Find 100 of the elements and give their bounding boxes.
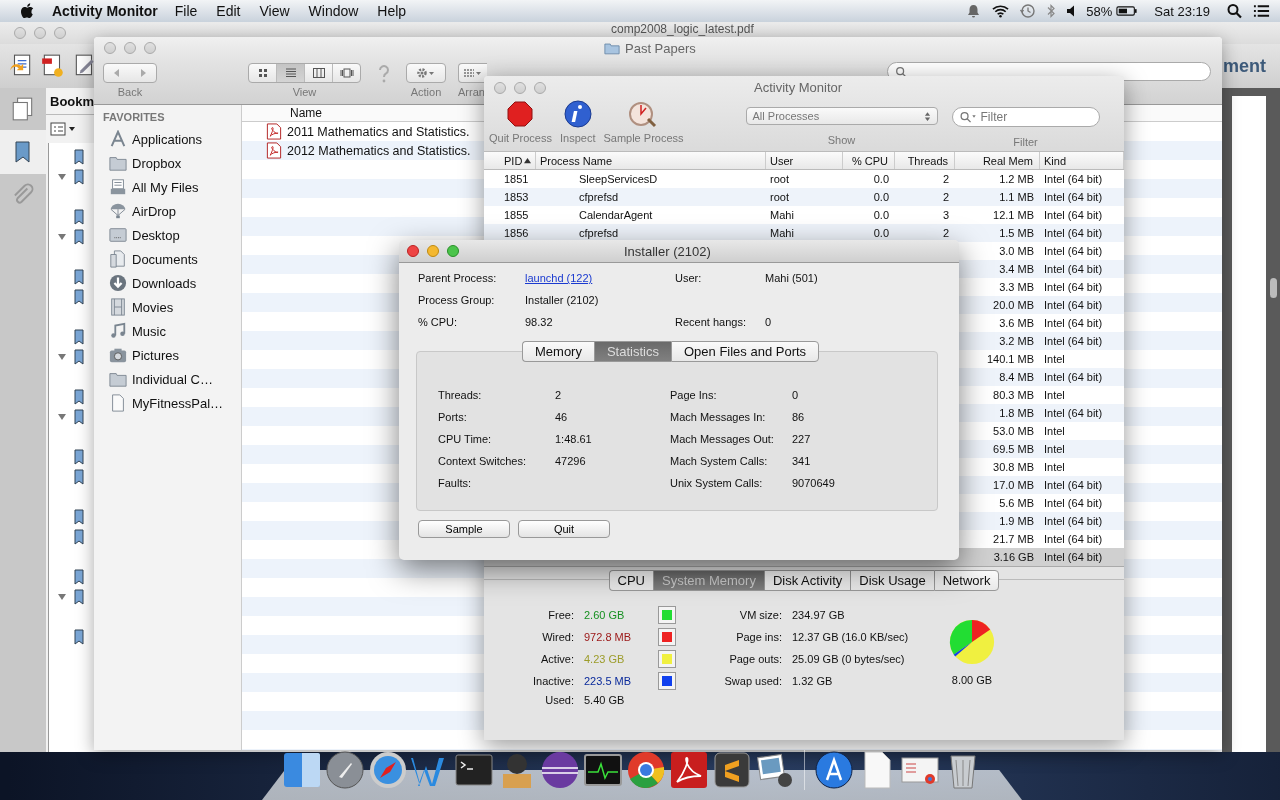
sidebar-item[interactable]: Dropbox (103, 151, 241, 175)
dark-tile-icon[interactable] (712, 750, 752, 790)
bookmark-icon[interactable] (73, 209, 85, 225)
tab[interactable]: Memory (522, 341, 594, 362)
sidebar-item[interactable]: Movies (103, 295, 241, 319)
sidebar-item[interactable]: Downloads (103, 271, 241, 295)
bookmark-icon[interactable] (73, 329, 85, 345)
process-row[interactable]: 1855 CalendarAgent Mahi 0.0 3 12.1 MB Intel (64 bit) (484, 206, 1124, 224)
view-mode-control[interactable] (248, 63, 361, 83)
quit-toolbar-button[interactable]: Quit Process (489, 99, 552, 144)
menu-item[interactable]: File (174, 3, 198, 19)
process-link[interactable]: launchd (122) (525, 272, 593, 284)
clock-time[interactable]: Sat 23:19 (1154, 3, 1210, 19)
tab[interactable]: Network (933, 570, 1000, 591)
swirl-tile-icon[interactable] (669, 750, 709, 790)
bookmark-icon[interactable] (73, 529, 85, 545)
color-swatch[interactable] (658, 672, 676, 690)
sidebar-item[interactable]: Individual C… (103, 367, 241, 391)
dialog-button[interactable]: Quit (518, 520, 610, 538)
close-button[interactable] (407, 245, 419, 257)
column-header[interactable]: User (766, 152, 843, 169)
bookmark-icon[interactable] (73, 229, 85, 245)
sidebar-item[interactable]: Music (103, 319, 241, 343)
wifi-icon[interactable] (992, 3, 1010, 19)
color-swatch[interactable] (658, 606, 676, 624)
list-icon[interactable] (1253, 3, 1270, 19)
bookmark-icon[interactable] (73, 149, 85, 165)
speaker-icon[interactable] (1066, 3, 1077, 19)
sidebar-item[interactable]: All My Files (103, 175, 241, 199)
bookmark-icon[interactable] (73, 469, 85, 485)
menu-item[interactable]: Edit (216, 3, 241, 19)
app-menu[interactable]: Activity Monitor (52, 3, 158, 19)
battery-icon[interactable] (1116, 5, 1139, 17)
sidebar-item[interactable]: Pictures (103, 343, 241, 367)
toolbar-label[interactable]: ment (1223, 55, 1266, 77)
disclosure-triangle-icon[interactable] (57, 352, 67, 362)
column-header[interactable]: % CPU (843, 152, 895, 169)
options-menu-icon[interactable] (50, 122, 76, 136)
zoom-button[interactable] (447, 245, 459, 257)
column-header[interactable]: Process Name (536, 152, 766, 169)
tab[interactable]: Disk Usage (850, 570, 934, 591)
inspect-toolbar-button[interactable]: Inspect (559, 99, 596, 144)
bookmark-icon[interactable] (73, 389, 85, 405)
arrange-menu-button[interactable] (458, 63, 487, 83)
column-header[interactable]: Threads (895, 152, 955, 169)
pencils-circle-icon[interactable] (814, 750, 854, 790)
sphere-icon[interactable] (540, 750, 580, 790)
bookmark-icon[interactable] (73, 589, 85, 605)
column-header[interactable]: Name (290, 106, 322, 120)
process-row[interactable]: 1851 SleepServicesD root 0.0 2 1.2 MB Intel (64 bit) (484, 170, 1124, 188)
disclosure-triangle-icon[interactable] (57, 592, 67, 602)
file-name[interactable]: 2012 Mathematics and Statistics. (287, 143, 471, 158)
bookmarks-tab[interactable] (0, 130, 46, 174)
menu-item[interactable]: View (259, 3, 290, 19)
sidebar-item[interactable]: Documents (103, 247, 241, 271)
bookmark-icon[interactable] (73, 169, 85, 185)
list-view-button[interactable] (277, 64, 305, 82)
filter-field[interactable]: Filter (951, 107, 1100, 127)
search-menu-icon[interactable] (958, 111, 977, 123)
disclosure-triangle-icon[interactable] (57, 232, 67, 242)
disclosure-triangle-icon[interactable] (57, 412, 67, 422)
compass-icon[interactable] (368, 750, 408, 790)
bookmark-icon[interactable] (73, 629, 85, 645)
bookmark-icon[interactable] (73, 349, 85, 365)
sidebar-item[interactable]: Applications (103, 127, 241, 151)
clock-icon[interactable] (1019, 3, 1037, 19)
sidebar-item[interactable]: Desktop (103, 223, 241, 247)
scrollbar-thumb[interactable] (1270, 278, 1277, 298)
color-swatch[interactable] (658, 650, 676, 668)
tab[interactable]: CPU (608, 570, 653, 591)
wheel-icon[interactable] (626, 750, 666, 790)
process-row[interactable]: 1853 cfprefsd root 0.0 2 1.1 MB Intel (64 bit) (484, 188, 1124, 206)
disclosure-triangle-icon[interactable] (57, 172, 67, 182)
tab[interactable]: Disk Activity (763, 570, 851, 591)
apple-icon[interactable] (20, 3, 34, 19)
bluetooth-icon[interactable] (1046, 3, 1057, 19)
bookmark-icon[interactable] (73, 409, 85, 425)
two-tone-square-icon[interactable] (282, 750, 322, 790)
search-icon[interactable] (1226, 3, 1243, 19)
document-gear-icon[interactable] (40, 53, 66, 79)
menu-item[interactable]: Window (308, 3, 359, 19)
process-row[interactable]: 1856 cfprefsd Mahi 0.0 2 1.5 MB Intel (64 bit) (484, 224, 1124, 242)
bookmark-icon[interactable] (73, 269, 85, 285)
column-header[interactable]: Kind (1040, 152, 1124, 169)
menu-item[interactable]: Help (377, 3, 407, 19)
processes-dropdown[interactable]: All Processes (745, 107, 938, 125)
column-header[interactable]: Real Mem (955, 152, 1040, 169)
color-swatch[interactable] (658, 628, 676, 646)
sidebar-item[interactable]: MyFitnessPal… (103, 391, 241, 415)
sidebar-item[interactable]: AirDrop (103, 199, 241, 223)
tab[interactable]: Open Files and Ports (670, 341, 820, 362)
bookmark-icon[interactable] (73, 569, 85, 585)
file-name[interactable]: 2011 Mathematics and Statistics. (287, 124, 470, 139)
bookmark-icon[interactable] (73, 449, 85, 465)
column-header[interactable]: PID (484, 152, 536, 169)
bookmark-icon[interactable] (73, 289, 85, 305)
bookmark-icon[interactable] (73, 509, 85, 525)
action-menu-button[interactable] (406, 63, 446, 83)
dialog-button[interactable]: Sample (418, 520, 510, 538)
toolbar-label: Arran (458, 86, 485, 98)
